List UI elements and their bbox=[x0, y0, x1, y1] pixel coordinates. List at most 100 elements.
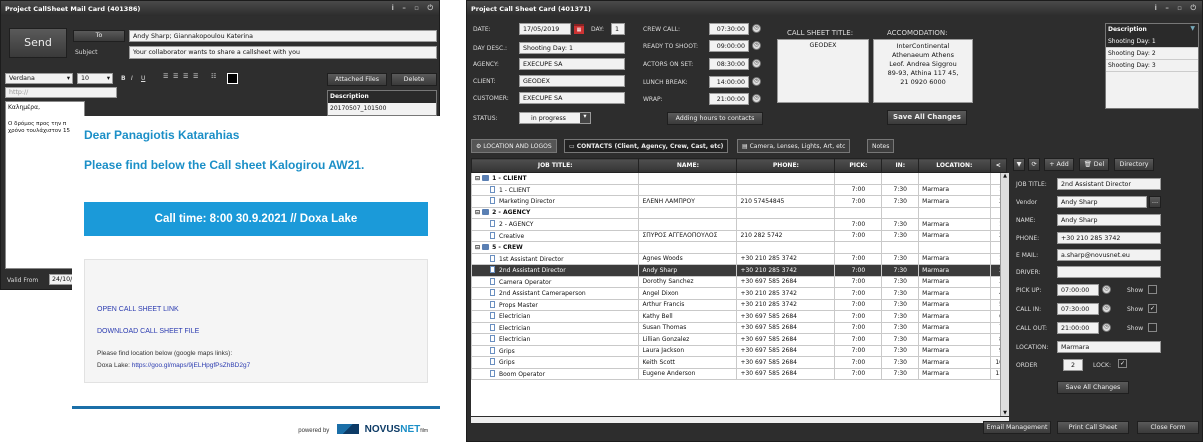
window-controls-icon[interactable]: i – ▫ ⏻ bbox=[392, 4, 437, 13]
column-header[interactable]: NAME: bbox=[638, 158, 738, 173]
call-out-field[interactable]: 21:00:00 bbox=[1057, 322, 1099, 334]
pickup-field[interactable]: 07:00:00 bbox=[1057, 284, 1099, 296]
lock-checkbox[interactable]: ✓ bbox=[1118, 359, 1127, 368]
delete-contact-button[interactable]: 🗑 Del bbox=[1079, 158, 1109, 171]
add-button[interactable]: + Add bbox=[1044, 158, 1074, 171]
vendor-lookup-button[interactable]: … bbox=[1149, 196, 1161, 208]
day-desc-field[interactable]: Shooting Day: 1 bbox=[519, 42, 625, 54]
save-contact-changes-button[interactable]: Save All Changes bbox=[1057, 381, 1129, 394]
clock-icon[interactable]: ◷ bbox=[752, 77, 761, 86]
calendar-icon[interactable]: ▦ bbox=[574, 24, 584, 34]
group-row[interactable]: ⊟ 1 - CLIENT bbox=[471, 172, 1007, 185]
column-header[interactable]: IN: bbox=[881, 158, 920, 173]
vendor-field[interactable]: Andy Sharp bbox=[1057, 196, 1147, 208]
filter-button[interactable]: ▼ bbox=[1013, 158, 1025, 171]
day-field[interactable]: 1 bbox=[611, 23, 625, 35]
save-all-changes-button[interactable]: Save All Changes bbox=[887, 110, 967, 125]
collapse-icon[interactable]: ⊟ bbox=[475, 175, 482, 182]
adding-hours-button[interactable]: Adding hours to contacts bbox=[667, 112, 763, 125]
scroll-down-icon[interactable]: ▼ bbox=[1001, 410, 1009, 416]
maps-link[interactable]: https://goo.gl/maps/9jELHpgfPsZhBD2g7 bbox=[132, 362, 251, 369]
print-call-sheet-button[interactable]: Print Call Sheet bbox=[1057, 421, 1129, 434]
clock-icon[interactable]: ◷ bbox=[1102, 304, 1111, 313]
call-out-show-checkbox[interactable] bbox=[1148, 323, 1157, 332]
clock-icon[interactable]: ◷ bbox=[752, 24, 761, 33]
collapse-icon[interactable]: ⊟ bbox=[475, 244, 482, 251]
clock-icon[interactable]: ◷ bbox=[752, 94, 761, 103]
clock-icon[interactable]: ◷ bbox=[1102, 285, 1111, 294]
align-left-icon[interactable]: ☰ bbox=[163, 73, 168, 80]
table-row[interactable]: 1 - CLIENT7:007:30Marmara1 bbox=[471, 183, 1007, 196]
font-family-select[interactable]: Verdana ▾ bbox=[5, 73, 73, 84]
call-in-field[interactable]: 07:30:00 bbox=[1057, 303, 1099, 315]
date-field[interactable]: 17/05/2019 bbox=[519, 23, 571, 35]
column-header[interactable]: JOB TITLE: bbox=[471, 158, 640, 173]
open-call-sheet-link[interactable]: OPEN CALL SHEET LINK bbox=[97, 306, 179, 313]
tab-location-logos[interactable]: ⚙ LOCATION AND LOGOS bbox=[471, 139, 557, 153]
url-field[interactable]: http:// bbox=[5, 87, 117, 98]
scroll-up-icon[interactable]: ▲ bbox=[1001, 173, 1009, 179]
name-field[interactable]: Andy Sharp bbox=[1057, 214, 1161, 226]
crew-call-field[interactable]: 07:30:00 bbox=[709, 23, 749, 35]
bold-icon[interactable]: B bbox=[121, 75, 126, 82]
to-button[interactable]: To bbox=[73, 30, 125, 42]
status-select[interactable]: in progress ▾ bbox=[519, 112, 591, 124]
grid-scrollbar[interactable]: ▲ ▼ bbox=[1000, 173, 1009, 416]
table-row[interactable]: Grips Laura Jackson +30 697 585 2684 7:00 7:… bbox=[471, 344, 1007, 357]
to-field[interactable]: Andy Sharp; Giannakopoulou Katerina bbox=[129, 30, 437, 42]
table-row[interactable]: 2nd Assistant Cameraperson Angel Dixon +30… bbox=[471, 287, 1007, 300]
table-row[interactable]: Camera Operator Dorothy Sanchez +30 697 58… bbox=[471, 275, 1007, 288]
text-color-icon[interactable] bbox=[227, 73, 238, 84]
tab-camera[interactable]: ▤ Camera, Lenses, Lights, Art, etc bbox=[737, 139, 851, 153]
filter-icon[interactable]: ▼ bbox=[1190, 25, 1195, 32]
justify-icon[interactable]: ☰ bbox=[193, 73, 198, 80]
italic-icon[interactable]: I bbox=[131, 75, 133, 82]
table-row[interactable]: 2nd Assistant Director Andy Sharp +30 210 … bbox=[471, 264, 1007, 277]
group-row[interactable]: ⊟ 2 - AGENCY bbox=[471, 206, 1007, 219]
table-row[interactable]: Props Master Arthur Francis +30 210 285 37… bbox=[471, 298, 1007, 311]
attachment-item[interactable]: 20170507_101500 bbox=[328, 103, 436, 114]
window-controls-icon[interactable]: i – ▫ ⏻ bbox=[1155, 4, 1200, 13]
order-field[interactable]: 2 bbox=[1063, 359, 1083, 371]
attached-files-button[interactable]: Attached Files bbox=[327, 73, 387, 86]
email-field[interactable]: a.sharp@novusnet.eu bbox=[1057, 249, 1161, 261]
clock-icon[interactable]: ◷ bbox=[752, 59, 761, 68]
wrap-field[interactable]: 21:00:00 bbox=[709, 93, 749, 105]
column-header[interactable]: PICK: bbox=[834, 158, 883, 173]
call-sheet-title-field[interactable]: GEODEX bbox=[777, 39, 869, 103]
align-center-icon[interactable]: ☰ bbox=[173, 73, 178, 80]
download-call-sheet-link[interactable]: DOWNLOAD CALL SHEET FILE bbox=[97, 328, 199, 335]
directory-button[interactable]: Directory bbox=[1114, 158, 1154, 171]
ready-to-shoot-field[interactable]: 09:00:00 bbox=[709, 40, 749, 52]
accommodation-field[interactable]: InterContinental Athenaeum Athens Leof. … bbox=[873, 39, 973, 103]
tab-notes[interactable]: Notes bbox=[867, 139, 895, 153]
phone-field[interactable]: +30 210 285 3742 bbox=[1057, 232, 1161, 244]
actors-on-set-field[interactable]: 08:30:00 bbox=[709, 58, 749, 70]
subject-field[interactable]: Your collaborator wants to share a calls… bbox=[129, 46, 437, 59]
collapse-icon[interactable]: ⊟ bbox=[475, 209, 482, 216]
table-row[interactable]: 2 - AGENCY7:007:30Marmara1 bbox=[471, 218, 1007, 231]
table-row[interactable]: Marketing Director ΕΛΕΝΗ ΛΑΜΠΡΟΥ 210 57454… bbox=[471, 195, 1007, 208]
tab-contacts[interactable]: ▭ CONTACTS (Client, Agency, Crew, Cast, … bbox=[564, 139, 729, 153]
client-field[interactable]: GEODEX bbox=[519, 75, 625, 87]
group-row[interactable]: ⊟ 5 - CREW bbox=[471, 241, 1007, 254]
email-management-button[interactable]: Email Management bbox=[983, 421, 1051, 434]
driver-field[interactable] bbox=[1057, 266, 1161, 278]
table-row[interactable]: Boom Operator Eugene Anderson +30 697 585 … bbox=[471, 367, 1007, 380]
shooting-day-item[interactable]: Shooting Day: 3 bbox=[1106, 60, 1198, 72]
lunch-break-field[interactable]: 14:00:00 bbox=[709, 76, 749, 88]
delete-button[interactable]: Delete bbox=[391, 73, 437, 86]
close-form-button[interactable]: Close Form bbox=[1137, 421, 1199, 434]
call-in-show-checkbox[interactable]: ✓ bbox=[1148, 304, 1157, 313]
table-row[interactable]: Electrician Kathy Bell +30 697 585 2684 7:0… bbox=[471, 310, 1007, 323]
underline-icon[interactable]: U bbox=[141, 75, 145, 82]
customer-field[interactable]: EXECUPE SA bbox=[519, 92, 625, 104]
clock-icon[interactable]: ◷ bbox=[752, 41, 761, 50]
column-header[interactable]: < bbox=[989, 158, 1007, 173]
shooting-day-item[interactable]: Shooting Day: 1 bbox=[1106, 36, 1198, 48]
clock-icon[interactable]: ◷ bbox=[1102, 323, 1111, 332]
job-title-field[interactable]: 2nd Assistant Director bbox=[1057, 178, 1161, 190]
refresh-button[interactable]: ⟳ bbox=[1028, 158, 1040, 171]
list-icon[interactable]: ☷ bbox=[211, 73, 216, 80]
pickup-show-checkbox[interactable] bbox=[1148, 285, 1157, 294]
